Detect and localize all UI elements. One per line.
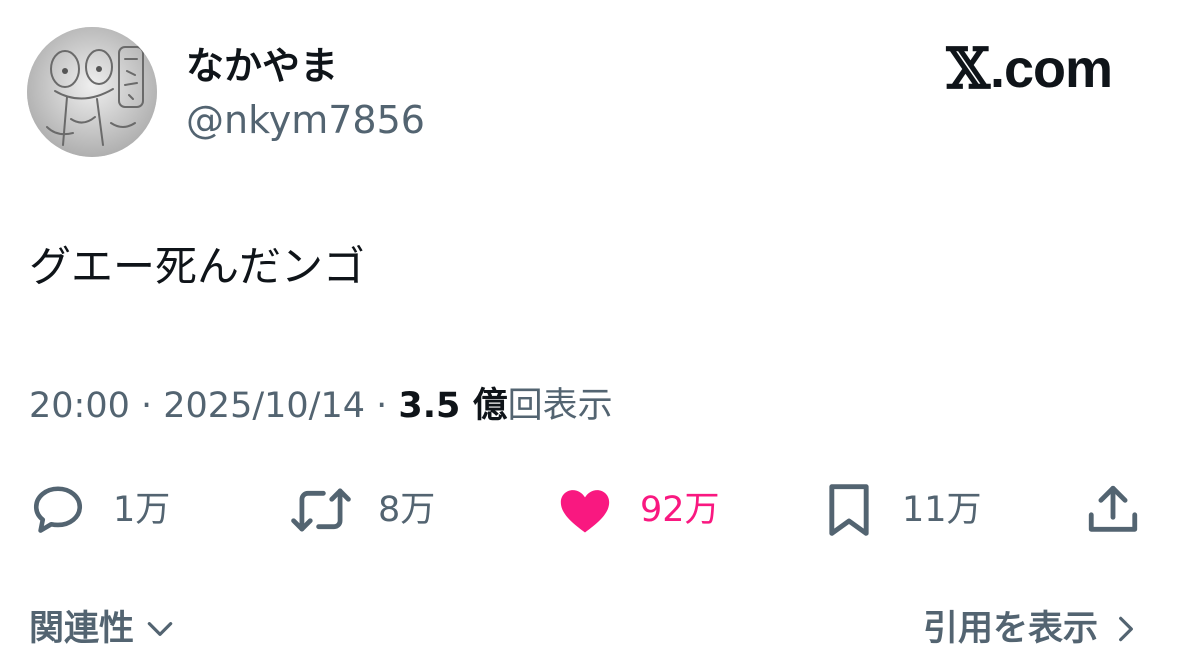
like-count: 92万 xyxy=(640,490,720,530)
brand-text: .com xyxy=(989,39,1113,99)
related-sort-dropdown[interactable]: 関連性 xyxy=(29,604,176,654)
x-logo-icon: 𝕏 xyxy=(946,36,990,102)
meta-separator: · xyxy=(129,386,164,426)
heart-icon xyxy=(560,490,610,533)
tweet-date[interactable]: 2025/10/14 xyxy=(163,386,365,426)
tweet-time[interactable]: 20:00 xyxy=(29,386,130,426)
reply-button[interactable]: 1万 xyxy=(29,478,170,542)
chevron-down-icon xyxy=(147,622,173,636)
share-icon xyxy=(1088,485,1138,532)
tweet-footer: 関連性 引用を表示 xyxy=(0,604,1178,660)
meta-separator: · xyxy=(365,386,399,426)
display-name[interactable]: なかやま xyxy=(186,42,338,90)
reply-count: 1万 xyxy=(113,490,171,530)
view-quotes-link[interactable]: 引用を表示 xyxy=(923,604,1140,654)
bookmark-icon xyxy=(829,484,869,536)
bookmark-button[interactable]: 11万 xyxy=(822,478,982,542)
bookmark-count: 11万 xyxy=(902,490,982,530)
avatar-sketch-image xyxy=(27,27,157,157)
tweet-meta: 20:00 · 2025/10/14 · 3.5 億回表示 xyxy=(29,382,613,430)
action-bar: 1万 8万 92万 11万 xyxy=(0,478,1178,542)
x-logo: 𝕏 .com xyxy=(946,36,1114,102)
retweet-count: 8万 xyxy=(378,490,436,530)
reply-icon xyxy=(33,486,83,533)
retweet-button[interactable]: 8万 xyxy=(290,478,435,542)
views-label: 回表示 xyxy=(507,386,613,426)
retweet-icon xyxy=(291,488,351,532)
avatar[interactable] xyxy=(27,27,157,157)
quotes-label: 引用を表示 xyxy=(922,609,1098,649)
chevron-right-icon xyxy=(1119,616,1133,642)
tweet-text: グエー死んだンゴ xyxy=(29,242,366,291)
related-label: 関連性 xyxy=(29,609,135,649)
like-button[interactable]: 92万 xyxy=(556,478,720,542)
user-handle[interactable]: @nkym7856 xyxy=(186,96,425,144)
views-count: 3.5 億 xyxy=(398,386,508,426)
share-button[interactable] xyxy=(1084,478,1142,542)
